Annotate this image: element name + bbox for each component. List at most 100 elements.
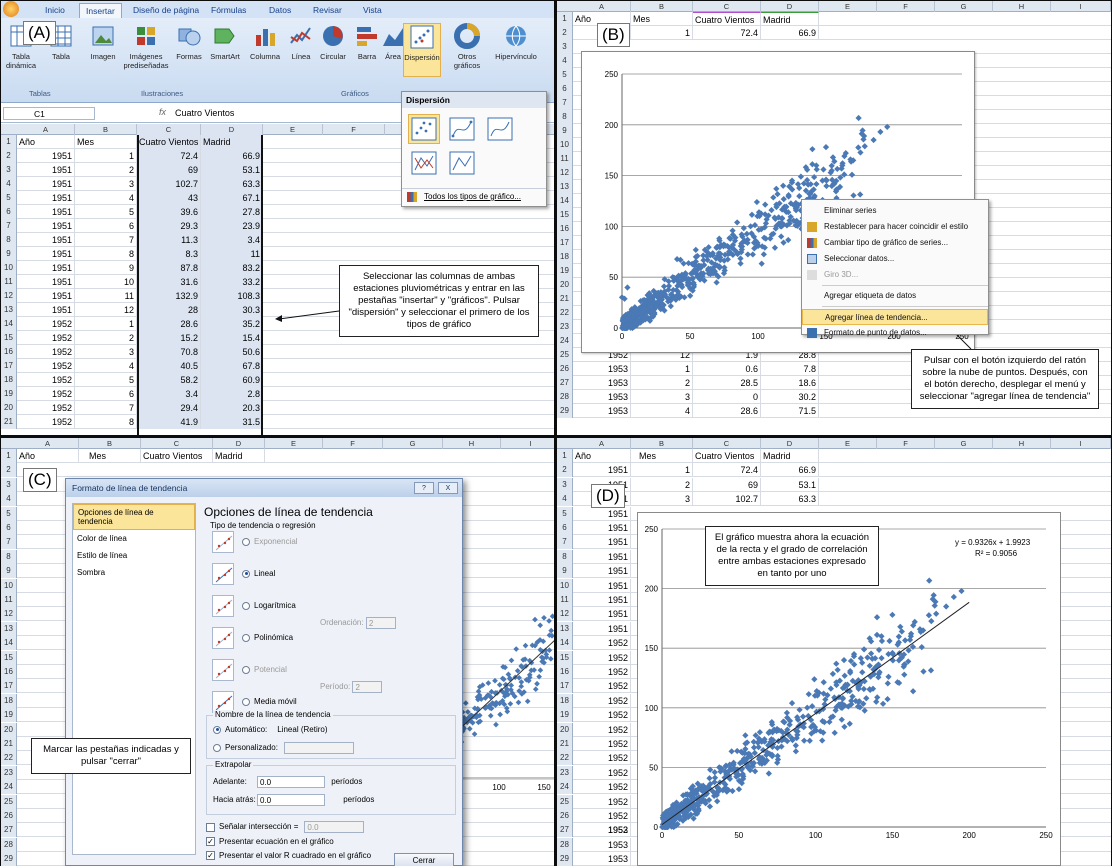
table-cell[interactable]: 3 <box>631 492 693 507</box>
tab-revisar[interactable]: Revisar <box>307 3 348 18</box>
table-cell[interactable]: 30.2 <box>761 390 819 404</box>
table-cell[interactable]: 1 <box>75 149 137 163</box>
table-cell[interactable]: 1951 <box>573 521 631 535</box>
table-cell[interactable]: 9 <box>75 261 137 275</box>
table-cell[interactable]: 70.8 <box>137 345 201 359</box>
table-cell[interactable]: 2 <box>631 376 693 390</box>
table-cell[interactable]: 1952 <box>17 387 75 401</box>
header-cell[interactable]: Cuatro Vientos <box>137 135 201 149</box>
table-cell[interactable]: 1951 <box>17 289 75 303</box>
fx-icon[interactable]: fx <box>159 107 166 117</box>
scatter-subtype-straight-markers-icon[interactable] <box>408 148 440 178</box>
tab-insertar[interactable]: Insertar <box>79 3 122 18</box>
table-cell[interactable]: 87.8 <box>137 261 201 275</box>
table-cell[interactable]: 1 <box>631 463 693 478</box>
table-cell[interactable]: 15.4 <box>201 331 263 345</box>
table-cell[interactable]: 1952 <box>573 794 631 809</box>
table-cell[interactable]: 1951 <box>17 191 75 205</box>
column-header[interactable]: C <box>141 438 213 449</box>
table-cell[interactable]: 1952 <box>573 636 631 651</box>
table-cell[interactable]: 29.3 <box>137 219 201 233</box>
table-cell[interactable]: 66.9 <box>761 463 819 478</box>
table-cell[interactable]: 1 <box>631 362 693 376</box>
nav-estilo-linea[interactable]: Estilo de línea <box>73 547 195 564</box>
table-cell[interactable]: 1953 <box>573 823 631 838</box>
table-cell[interactable]: 1952 <box>17 401 75 415</box>
table-cell[interactable]: 30.3 <box>201 303 263 317</box>
table-cell[interactable]: 8.3 <box>137 247 201 261</box>
table-cell[interactable]: 69 <box>693 477 761 492</box>
trend-logarítmica-option[interactable]: Logarítmica <box>242 601 296 610</box>
auto-name-option[interactable]: Automático: Lineal (Retiro) <box>213 725 328 734</box>
table-cell[interactable]: 3.4 <box>137 387 201 401</box>
column-header[interactable]: E <box>265 438 323 449</box>
table-cell[interactable]: 6 <box>75 219 137 233</box>
column-header[interactable]: H <box>993 1 1051 12</box>
menu-eliminar-series[interactable]: Eliminar series <box>802 203 988 219</box>
table-cell[interactable]: 1951 <box>573 578 631 593</box>
table-cell[interactable]: 1952 <box>573 665 631 679</box>
tab-diseno[interactable]: Diseño de página <box>127 3 205 18</box>
table-cell[interactable]: 1953 <box>573 376 631 390</box>
table-cell[interactable]: 31.6 <box>137 275 201 289</box>
table-cell[interactable]: 35.2 <box>201 317 263 331</box>
table-cell[interactable]: 1953 <box>573 390 631 404</box>
table-cell[interactable]: 5 <box>75 373 137 387</box>
table-cell[interactable]: 11 <box>75 289 137 303</box>
table-cell[interactable]: 29.4 <box>137 401 201 415</box>
table-cell[interactable]: 1951 <box>17 233 75 247</box>
header-cell[interactable]: Mes <box>75 135 137 149</box>
table-cell[interactable]: 67.1 <box>201 191 263 205</box>
table-cell[interactable]: 7 <box>75 401 137 415</box>
table-cell[interactable]: 20.3 <box>201 401 263 415</box>
table-cell[interactable]: 28.5 <box>693 376 761 390</box>
table-cell[interactable]: 5 <box>75 205 137 219</box>
table-cell[interactable]: 1952 <box>573 650 631 665</box>
table-cell[interactable]: 1952 <box>17 317 75 331</box>
custom-name-option[interactable]: Personalizado: <box>213 742 354 754</box>
table-cell[interactable]: 0.6 <box>693 362 761 376</box>
table-cell[interactable]: 1952 <box>17 415 75 429</box>
table-cell[interactable]: 1952 <box>573 737 631 751</box>
column-header[interactable]: A <box>573 1 631 12</box>
column-header[interactable]: B <box>79 438 141 449</box>
table-cell[interactable]: 1 <box>75 317 137 331</box>
table-cell[interactable]: 28.6 <box>693 404 761 418</box>
column-header[interactable]: D <box>761 438 819 449</box>
table-cell[interactable]: 41.9 <box>137 415 201 429</box>
table-cell[interactable]: 33.2 <box>201 275 263 289</box>
table-cell[interactable]: 4 <box>75 191 137 205</box>
column-header[interactable]: G <box>935 1 993 12</box>
tab-inicio[interactable]: Inicio <box>39 3 71 18</box>
table-cell[interactable]: 4 <box>75 359 137 373</box>
column-header[interactable]: A <box>17 438 79 449</box>
menu-cambiar-tipo[interactable]: Cambiar tipo de gráfico de series... <box>802 235 988 251</box>
tab-formulas[interactable]: Fórmulas <box>205 3 252 18</box>
table-cell[interactable]: 1952 <box>573 722 631 737</box>
table-cell[interactable]: 1952 <box>573 751 631 766</box>
column-header[interactable]: F <box>877 438 935 449</box>
trend-exponencial-option[interactable]: Exponencial <box>242 537 298 546</box>
scatter-subtype-smooth-markers-icon[interactable] <box>446 114 478 144</box>
column-chart-button[interactable]: Columna <box>245 23 285 61</box>
table-cell[interactable]: 63.3 <box>201 177 263 191</box>
table-cell[interactable]: 11 <box>201 247 263 261</box>
column-header[interactable]: F <box>877 1 935 12</box>
table-cell[interactable]: 39.6 <box>137 205 201 219</box>
table-cell[interactable]: 1952 <box>17 359 75 373</box>
shapes-button[interactable]: Formas <box>169 23 209 61</box>
table-cell[interactable]: 1951 <box>573 564 631 579</box>
table-cell[interactable]: 1951 <box>573 593 631 607</box>
menu-restablecer[interactable]: Restablecer para hacer coincidir el esti… <box>802 219 988 235</box>
table-cell[interactable]: 108.3 <box>201 289 263 303</box>
tab-datos[interactable]: Datos <box>263 3 297 18</box>
table-cell[interactable]: 18.6 <box>761 376 819 390</box>
office-button[interactable] <box>3 1 19 17</box>
trend-potencial-option[interactable]: Potencial <box>242 665 287 674</box>
table-cell[interactable]: 72.4 <box>693 463 761 478</box>
nav-color-linea[interactable]: Color de línea <box>73 530 195 547</box>
trend-polinómica-option[interactable]: Polinómica <box>242 633 293 642</box>
table-cell[interactable]: 1951 <box>573 535 631 550</box>
scatter-chart-button[interactable]: Dispersión <box>403 23 441 77</box>
trend-lineal-option[interactable]: Lineal <box>242 569 275 578</box>
